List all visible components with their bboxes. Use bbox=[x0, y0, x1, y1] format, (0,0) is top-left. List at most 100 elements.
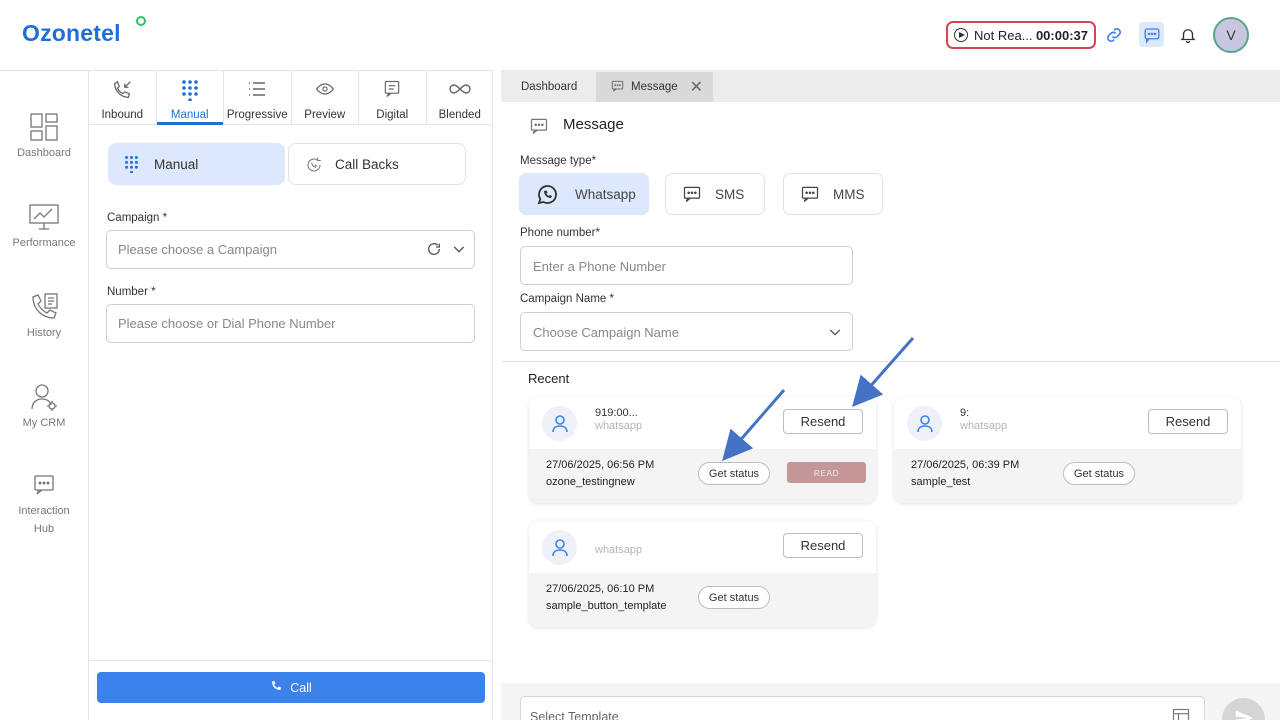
recipient-number: 9: bbox=[960, 407, 970, 419]
status-timer: 00:00:37 bbox=[1035, 27, 1088, 43]
nav-interaction-hub[interactable]: Interaction Hub bbox=[0, 469, 88, 535]
inbound-call-icon bbox=[111, 79, 133, 104]
tab-blended[interactable]: Blended bbox=[427, 71, 494, 124]
number-input[interactable]: Please choose or Dial Phone Number bbox=[106, 304, 475, 343]
tab-dashboard-label: Dashboard bbox=[521, 81, 578, 93]
agent-status-toggle[interactable]: Not Rea... 00:00:37 bbox=[946, 21, 1096, 49]
tab-preview-label: Preview bbox=[304, 109, 346, 121]
get-status-button[interactable]: Get status bbox=[698, 586, 770, 609]
tab-message[interactable]: Message ✕ bbox=[596, 72, 713, 102]
call-label: Call bbox=[290, 680, 312, 695]
whatsapp-icon bbox=[535, 183, 559, 210]
phone-number-input[interactable]: Enter a Phone Number bbox=[520, 246, 853, 285]
chat-icon bbox=[382, 79, 402, 102]
bell-icon[interactable] bbox=[1177, 24, 1199, 46]
template-name: sample_test bbox=[911, 476, 971, 488]
message-icon bbox=[610, 79, 625, 96]
play-icon bbox=[954, 28, 968, 42]
tab-digital[interactable]: Digital bbox=[359, 71, 427, 124]
recent-message-card: 919:00... whatsapp Resend 27/06/2025, 06… bbox=[529, 397, 876, 503]
sent-datetime: 27/06/2025, 06:39 PM bbox=[911, 459, 1020, 471]
dialer-footer: Call bbox=[89, 660, 493, 720]
tab-inbound[interactable]: Inbound bbox=[89, 71, 157, 124]
list-icon bbox=[247, 79, 267, 102]
workspace-tabs: Dashboard Message ✕ bbox=[501, 70, 1280, 102]
template-icon[interactable] bbox=[1171, 707, 1191, 720]
callback-icon bbox=[305, 156, 323, 177]
recent-message-card: whatsapp Resend 27/06/2025, 06:10 PM sam… bbox=[529, 521, 876, 627]
page-title: Message bbox=[563, 116, 624, 133]
phone-number-label: Phone number* bbox=[520, 227, 600, 239]
campaign-name-placeholder: Choose Campaign Name bbox=[533, 325, 679, 340]
resend-button[interactable]: Resend bbox=[783, 533, 863, 558]
send-button[interactable] bbox=[1222, 698, 1265, 720]
tab-inbound-label: Inbound bbox=[101, 109, 144, 121]
tab-message-label: Message bbox=[631, 81, 678, 93]
tab-preview[interactable]: Preview bbox=[292, 71, 359, 124]
template-bar: Select Template bbox=[501, 683, 1280, 720]
campaign-label: Campaign * bbox=[107, 212, 168, 224]
campaign-name-label: Campaign Name * bbox=[520, 293, 614, 305]
tab-dashboard[interactable]: Dashboard bbox=[507, 72, 591, 102]
channel-label: whatsapp bbox=[960, 420, 1008, 432]
message-icon bbox=[800, 184, 820, 207]
type-whatsapp-button[interactable]: Whatsapp bbox=[519, 173, 649, 215]
nav-interaction-hub-label: Interaction bbox=[18, 505, 70, 517]
template-name: ozone_testingnew bbox=[546, 476, 635, 488]
call-backs-button[interactable]: Call Backs bbox=[288, 143, 466, 185]
resend-button[interactable]: Resend bbox=[1148, 409, 1228, 434]
dial-mode-tabs: Inbound Manual Progressive Preview Digit… bbox=[89, 71, 493, 125]
tab-manual-label: Manual bbox=[170, 109, 209, 121]
tab-progressive[interactable]: Progressive bbox=[224, 71, 292, 124]
call-button[interactable]: Call bbox=[97, 672, 485, 703]
get-status-button[interactable]: Get status bbox=[1063, 462, 1135, 485]
nav-interaction-hub-label-2: Hub bbox=[33, 523, 55, 535]
user-icon bbox=[542, 406, 577, 441]
top-bar: Ozonetel Not Rea... 00:00:37 V bbox=[0, 0, 1280, 70]
recent-label: Recent bbox=[528, 371, 570, 386]
history-icon bbox=[28, 291, 60, 323]
tab-manual[interactable]: Manual bbox=[156, 71, 224, 125]
nav-history[interactable]: History bbox=[0, 291, 88, 339]
campaign-placeholder: Please choose a Campaign bbox=[118, 242, 277, 257]
tab-progressive-label: Progressive bbox=[226, 109, 288, 121]
nav-my-crm-label: My CRM bbox=[22, 417, 66, 429]
chevron-down-icon[interactable] bbox=[451, 241, 467, 260]
manual-dial-label: Manual bbox=[154, 156, 199, 172]
refresh-icon[interactable] bbox=[426, 241, 442, 260]
ozonetel-logo: Ozonetel bbox=[22, 20, 121, 46]
select-template-input[interactable]: Select Template bbox=[520, 696, 1205, 720]
send-icon bbox=[1234, 708, 1254, 720]
get-status-button[interactable]: Get status bbox=[698, 462, 770, 485]
user-icon bbox=[542, 530, 577, 565]
channel-label: whatsapp bbox=[595, 544, 643, 556]
recent-message-card: 9: whatsapp Resend 27/06/2025, 06:39 PM … bbox=[894, 397, 1241, 503]
link-icon[interactable] bbox=[1103, 24, 1125, 46]
type-sms-button[interactable]: SMS bbox=[665, 173, 765, 215]
type-mms-label: MMS bbox=[833, 186, 865, 202]
user-avatar[interactable]: V bbox=[1213, 17, 1249, 53]
campaign-select[interactable]: Please choose a Campaign bbox=[106, 230, 475, 269]
message-type-label: Message type* bbox=[520, 155, 597, 167]
campaign-name-select[interactable]: Choose Campaign Name bbox=[520, 312, 853, 351]
sent-datetime: 27/06/2025, 06:56 PM bbox=[546, 459, 655, 471]
nav-dashboard[interactable]: Dashboard bbox=[0, 111, 88, 159]
workspace-panel: Dashboard Message ✕ Message Message type… bbox=[501, 70, 1280, 720]
message-icon[interactable] bbox=[1139, 22, 1164, 47]
type-mms-button[interactable]: MMS bbox=[783, 173, 883, 215]
message-icon bbox=[529, 116, 549, 139]
number-label: Number * bbox=[107, 286, 156, 298]
close-icon[interactable]: ✕ bbox=[690, 77, 703, 97]
type-whatsapp-label: Whatsapp bbox=[575, 186, 636, 202]
dashboard-icon bbox=[28, 111, 60, 143]
user-icon bbox=[907, 406, 942, 441]
nav-my-crm[interactable]: My CRM bbox=[0, 381, 88, 429]
dialpad-icon bbox=[181, 79, 199, 104]
type-sms-label: SMS bbox=[715, 186, 745, 202]
resend-button[interactable]: Resend bbox=[783, 409, 863, 434]
interaction-hub-icon bbox=[28, 469, 60, 501]
select-template-placeholder: Select Template bbox=[530, 710, 619, 720]
nav-performance[interactable]: Performance bbox=[0, 201, 88, 249]
status-badge: READ bbox=[787, 462, 866, 483]
manual-dial-button[interactable]: Manual bbox=[108, 143, 285, 185]
